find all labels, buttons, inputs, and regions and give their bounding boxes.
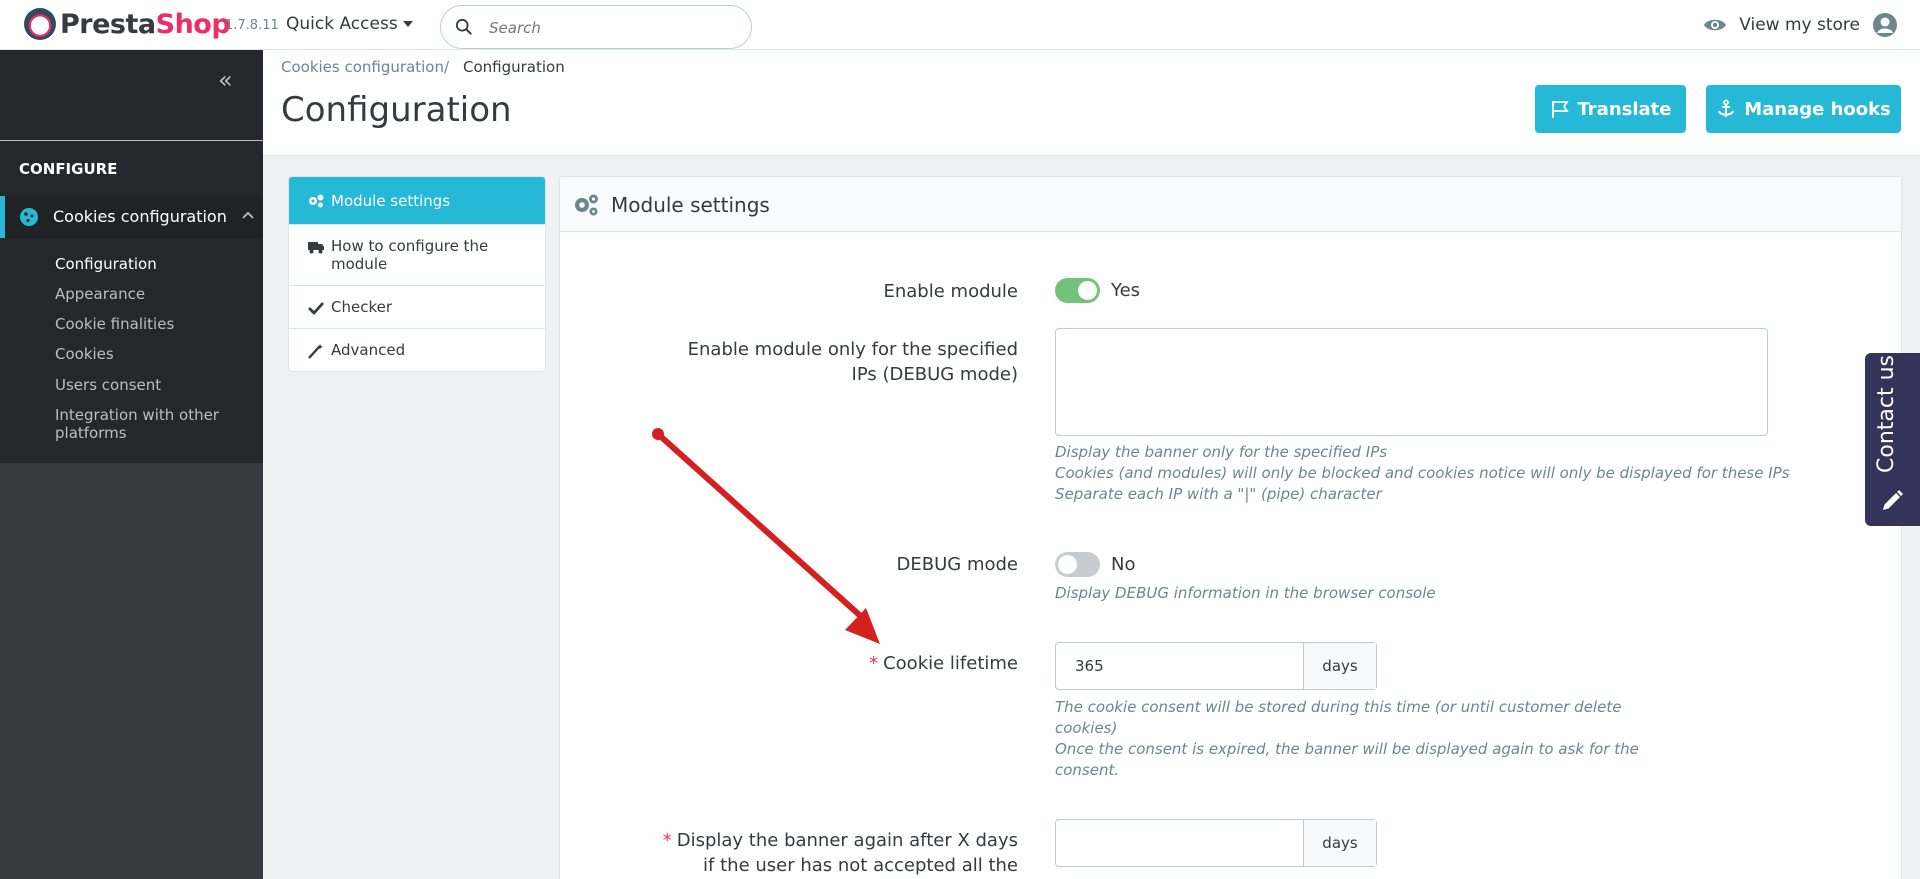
enable-module-value: Yes	[1111, 280, 1141, 301]
sidebar-sub-users-consent[interactable]: Users consent	[55, 376, 161, 394]
debug-ips-label-line1: Enable module only for the specified	[687, 339, 1018, 360]
contact-us-tab[interactable]: Contact us	[1865, 353, 1920, 526]
required-marker: *	[869, 653, 879, 674]
banner-again-label-line2: if the user has not accepted all the	[703, 855, 1018, 876]
enable-module-switch[interactable]	[1055, 278, 1100, 303]
contact-us-label: Contact us	[1874, 355, 1899, 473]
cookie-lifetime-label: * Cookie lifetime	[869, 651, 1018, 676]
banner-again-input[interactable]	[1056, 820, 1303, 866]
cookie-lifetime-help-1: The cookie consent will be stored during…	[1055, 698, 1622, 716]
quick-access-dropdown[interactable]: Quick Access	[286, 14, 413, 34]
breadcrumb-parent[interactable]: Cookies configuration	[281, 58, 444, 76]
pencil-icon	[1883, 490, 1903, 510]
sidebar-menu: « CONFIGURE Cookies configuration Config…	[0, 50, 263, 463]
switch-knob	[1058, 555, 1077, 574]
view-store-label: View my store	[1739, 15, 1860, 35]
sidebar-sub-integration[interactable]: Integration with other	[55, 406, 219, 424]
cookie-lifetime-input-group: days	[1055, 642, 1377, 690]
check-icon	[308, 302, 325, 316]
debug-ips-textarea[interactable]	[1055, 328, 1768, 436]
enable-module-label: Enable module	[883, 281, 1019, 302]
debug-mode-label: DEBUG mode	[896, 554, 1018, 575]
debug-ips-help-2: Cookies (and modules) will only be block…	[1055, 464, 1790, 482]
cookie-lifetime-help-4: consent.	[1055, 761, 1120, 779]
version-label: 1.7.8.11	[225, 18, 279, 33]
translate-button[interactable]: Translate	[1535, 85, 1686, 133]
required-marker: *	[662, 830, 672, 851]
gears-icon	[309, 194, 324, 207]
debug-ips-label-line2: IPs (DEBUG mode)	[851, 364, 1018, 385]
eye-icon	[1704, 19, 1727, 31]
sidebar-sub-configuration[interactable]: Configuration	[55, 255, 157, 273]
tab-module-settings[interactable]: Module settings	[289, 177, 545, 225]
caret-down-icon	[402, 21, 413, 27]
magic-wand-icon	[308, 344, 323, 359]
cookie-icon	[20, 208, 38, 226]
debug-mode-value: No	[1111, 554, 1136, 575]
cookie-lifetime-text: Cookie lifetime	[883, 653, 1018, 674]
gears-icon	[575, 194, 598, 216]
switch-knob	[1078, 281, 1097, 300]
panel-header: Module settings	[560, 177, 1901, 232]
cookie-lifetime-input[interactable]	[1056, 643, 1303, 689]
cookie-lifetime-unit: days	[1303, 643, 1376, 689]
manage-hooks-label: Manage hooks	[1744, 98, 1891, 120]
manage-hooks-button[interactable]: Manage hooks	[1706, 85, 1901, 133]
sidebar: « CONFIGURE Cookies configuration Config…	[0, 50, 263, 879]
prestashop-logo-icon	[24, 8, 56, 40]
user-avatar-icon[interactable]	[1872, 12, 1898, 38]
debug-ips-help-1: Display the banner only for the specifie…	[1055, 443, 1388, 461]
breadcrumb-separator: /	[444, 58, 450, 76]
debug-mode-switch[interactable]	[1055, 552, 1100, 577]
tab-advanced[interactable]: Advanced	[289, 329, 545, 371]
prestashop-logo[interactable]: PrestaShop	[24, 8, 231, 40]
sidebar-item-cookies-configuration[interactable]: Cookies configuration	[0, 196, 263, 238]
banner-again-label-line1: * Display the banner again after X days	[663, 828, 1018, 853]
debug-ips-row: Enable module only for the specified IPs…	[560, 337, 1018, 387]
tab-label: Advanced	[331, 341, 406, 359]
panel-title: Module settings	[611, 193, 770, 217]
annotation-arrow	[652, 428, 880, 644]
cookie-lifetime-row: * Cookie lifetime	[560, 651, 1018, 676]
page-title: Configuration	[281, 90, 512, 130]
tab-how-to-configure[interactable]: How to configure the module	[289, 225, 545, 286]
search-box[interactable]	[440, 5, 752, 49]
collapse-sidebar-icon[interactable]: «	[218, 66, 233, 94]
top-header: PrestaShop 1.7.8.11 Quick Access View my…	[0, 0, 1920, 50]
sidebar-sub-appearance[interactable]: Appearance	[55, 285, 145, 303]
view-my-store-link[interactable]: View my store	[1703, 12, 1898, 38]
module-tabs: Module settings How to configure the mod…	[288, 176, 546, 372]
sidebar-sub-integration-line2[interactable]: platforms	[55, 424, 127, 442]
chevron-up-icon	[242, 211, 254, 219]
cookie-lifetime-help-2: cookies)	[1055, 719, 1118, 737]
search-input[interactable]	[489, 14, 739, 42]
debug-mode-help: Display DEBUG information in the browser…	[1055, 584, 1436, 602]
tab-label: How to configure the module	[331, 237, 489, 273]
sidebar-sub-cookies[interactable]: Cookies	[55, 345, 114, 363]
cookie-lifetime-help-3: Once the consent is expired, the banner …	[1055, 740, 1639, 758]
sidebar-sub-cookie-finalities[interactable]: Cookie finalities	[55, 315, 174, 333]
translate-label: Translate	[1577, 98, 1672, 120]
banner-again-text: Display the banner again after X days	[676, 830, 1018, 851]
banner-again-unit: days	[1303, 820, 1376, 866]
tab-label: Module settings	[331, 191, 451, 210]
quick-access-label: Quick Access	[286, 14, 398, 34]
flag-icon	[1551, 101, 1569, 118]
banner-again-row: * Display the banner again after X days i…	[560, 828, 1018, 878]
breadcrumb-current: Configuration	[463, 58, 565, 76]
sidebar-divider	[0, 140, 263, 141]
truck-icon	[308, 242, 324, 254]
brand-name: PrestaShop	[60, 8, 231, 40]
anchor-icon	[1718, 99, 1735, 117]
tab-label: Checker	[331, 298, 393, 316]
search-icon	[455, 18, 472, 35]
tab-checker[interactable]: Checker	[289, 286, 545, 329]
debug-ips-help-3: Separate each IP with a "|" (pipe) chara…	[1055, 485, 1382, 503]
enable-module-row: Enable module	[560, 279, 1019, 304]
sidebar-section-title: CONFIGURE	[19, 160, 118, 178]
banner-again-input-group: days	[1055, 819, 1377, 867]
sidebar-item-label: Cookies configuration	[53, 207, 227, 226]
